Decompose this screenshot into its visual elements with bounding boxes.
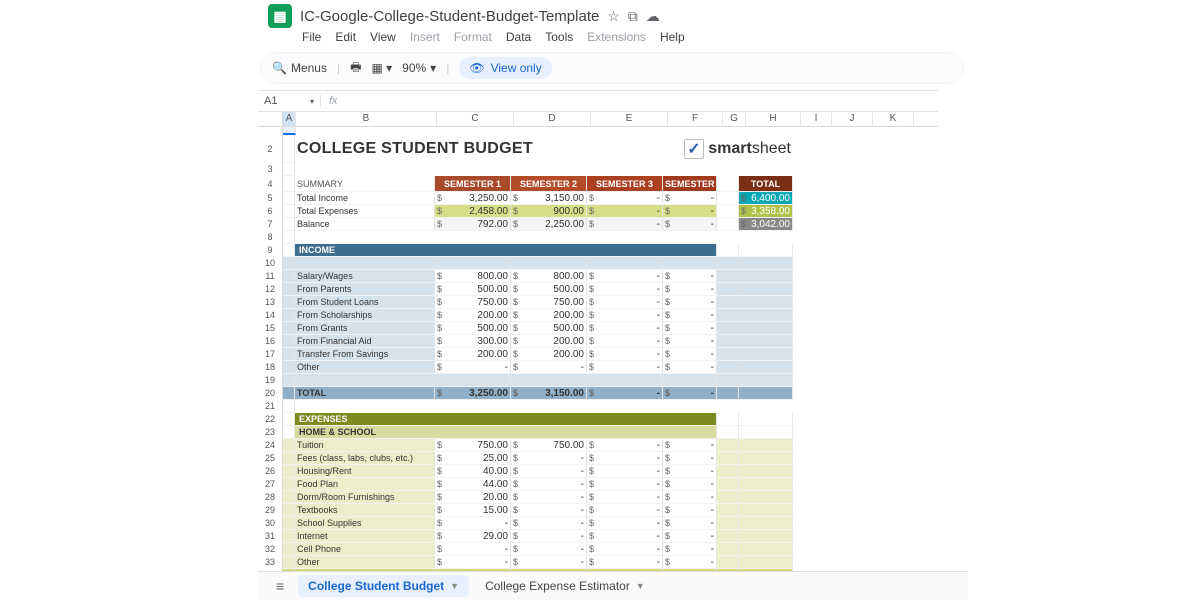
tab-college-student-budget[interactable]: College Student Budget▼ [298, 575, 469, 597]
col-I[interactable]: I [801, 112, 832, 126]
col-K[interactable]: K [873, 112, 914, 126]
menu-view[interactable]: View [370, 30, 396, 44]
menu-edit[interactable]: Edit [335, 30, 356, 44]
eye-icon: 👁 [469, 61, 484, 75]
col-D[interactable]: D [514, 112, 591, 126]
col-G[interactable]: G [723, 112, 746, 126]
tab-college-expense-estimator[interactable]: College Expense Estimator▼ [475, 575, 655, 597]
col-A[interactable]: A [283, 112, 296, 126]
smartsheet-logo: smartsheet [684, 135, 791, 163]
all-sheets-icon[interactable]: ≡ [268, 578, 292, 594]
menu-file[interactable]: File [302, 30, 321, 44]
col-B[interactable]: B [296, 112, 437, 126]
filter-icon[interactable]: ▦ ▾ [371, 61, 392, 75]
menu-extensions: Extensions [587, 30, 646, 44]
view-only-chip[interactable]: 👁 View only [459, 57, 551, 79]
column-headers: A B C D E F G H I J K [258, 112, 938, 127]
menu-tools[interactable]: Tools [545, 30, 573, 44]
menu-bar: File Edit View Insert Format Data Tools … [258, 28, 1200, 48]
col-E[interactable]: E [591, 112, 668, 126]
name-box[interactable]: A1▾ [258, 95, 321, 107]
toolbar: 🔍 Menus | 🖶 ▦ ▾ 90% ▾ | 👁 View only [260, 52, 964, 84]
col-H[interactable]: H [746, 112, 801, 126]
formula-bar: A1▾ fx [258, 90, 938, 112]
search-icon: 🔍 [272, 61, 287, 75]
col-F[interactable]: F [668, 112, 723, 126]
col-C[interactable]: C [437, 112, 514, 126]
menu-insert: Insert [410, 30, 440, 44]
document-title[interactable]: IC-Google-College-Student-Budget-Templat… [300, 8, 599, 25]
sheet-tabs-bar: ≡ College Student Budget▼ College Expens… [258, 571, 968, 600]
print-icon[interactable]: 🖶 [350, 58, 361, 79]
fx-icon: fx [321, 95, 346, 107]
search-menus[interactable]: 🔍 Menus [272, 61, 327, 75]
move-icon[interactable]: ⧉ [628, 8, 638, 25]
menu-help[interactable]: Help [660, 30, 685, 44]
page-title: COLLEGE STUDENT BUDGET [297, 140, 533, 157]
cloud-icon[interactable]: ☁ [646, 8, 660, 25]
col-J[interactable]: J [832, 112, 873, 126]
menu-format: Format [454, 30, 492, 44]
menu-data[interactable]: Data [506, 30, 531, 44]
sheets-app-icon: ▦ [268, 4, 292, 28]
star-icon[interactable]: ☆ [607, 8, 620, 25]
zoom-select[interactable]: 90% ▾ [402, 61, 436, 75]
